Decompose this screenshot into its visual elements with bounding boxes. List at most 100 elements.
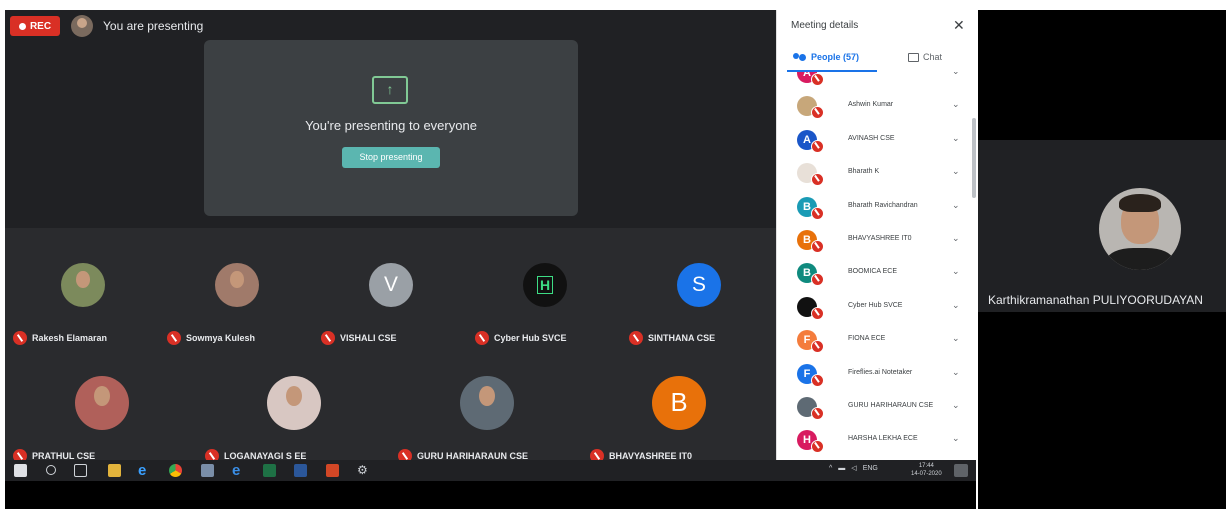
participant-grid: Rakesh Elamaran Sowmya Kulesh V VISHALI CSE… bbox=[5, 228, 776, 463]
internet-explorer-icon[interactable]: e bbox=[138, 463, 151, 478]
app-icon[interactable] bbox=[201, 464, 214, 477]
file-explorer-icon[interactable] bbox=[108, 464, 121, 477]
people-list-item[interactable]: B BHAVYASHREE IT0 ⌄ bbox=[777, 225, 971, 258]
task-view-icon[interactable] bbox=[74, 464, 87, 477]
clock[interactable]: 17:44 14-07-2020 bbox=[911, 462, 942, 478]
people-name: AVINASH CSE bbox=[848, 134, 895, 142]
mic-off-icon bbox=[811, 440, 824, 454]
powerpoint-icon[interactable] bbox=[326, 464, 339, 477]
settings-gear-icon[interactable]: ⚙ bbox=[357, 464, 370, 477]
mic-off-icon bbox=[811, 73, 824, 86]
participant-name: SINTHANA CSE bbox=[648, 333, 716, 343]
presenter-avatar bbox=[71, 15, 93, 37]
people-name: Fireflies.ai Notetaker bbox=[848, 368, 913, 376]
chevron-down-icon[interactable]: ⌄ bbox=[952, 166, 960, 177]
participant-avatar: S bbox=[677, 263, 721, 307]
participant-name-row: Sowmya Kulesh bbox=[167, 331, 255, 345]
clock-date: 14-07-2020 bbox=[911, 471, 942, 477]
recording-label: REC bbox=[29, 20, 52, 32]
mic-off-icon bbox=[811, 407, 824, 420]
people-name: Cyber Hub SVCE bbox=[848, 301, 903, 309]
network-icon[interactable]: ▬ bbox=[838, 465, 845, 472]
mic-off-icon bbox=[13, 331, 27, 345]
mic-off-icon bbox=[811, 240, 824, 253]
mic-off-icon bbox=[811, 306, 824, 320]
people-list-item[interactable]: Ashwin Kumar ⌄ bbox=[777, 91, 971, 124]
record-dot-icon bbox=[18, 22, 26, 30]
tab-chat[interactable]: Chat bbox=[908, 52, 942, 62]
system-tray: ^ ▬ ◁ ENG bbox=[829, 464, 878, 473]
people-name: Bharath Ravichandran bbox=[848, 201, 918, 209]
people-name: GURU HARIHARAUN CSE bbox=[848, 402, 934, 409]
chevron-down-icon[interactable]: ⌄ bbox=[952, 433, 960, 444]
active-speaker-tile bbox=[978, 140, 1226, 312]
people-list-item[interactable]: A AVINASH CSE ⌄ bbox=[777, 125, 971, 158]
language-indicator[interactable]: ENG bbox=[863, 465, 878, 472]
participant-avatar: H bbox=[523, 263, 567, 307]
tab-people[interactable]: People (57) bbox=[793, 52, 859, 62]
participant-name: Cyber Hub SVCE bbox=[494, 333, 567, 343]
participant-name: Rakesh Elamaran bbox=[32, 333, 108, 343]
presenting-card: ↑ You're presenting to everyone Stop pre… bbox=[204, 40, 578, 216]
participant-avatar: V bbox=[369, 263, 413, 307]
mic-off-icon bbox=[811, 273, 824, 287]
panel-title: Meeting details bbox=[791, 20, 859, 31]
people-list-item[interactable]: B Bharath Ravichandran ⌄ bbox=[777, 192, 971, 225]
people-list-item[interactable]: F FIONA ECE ⌄ bbox=[777, 325, 971, 358]
people-list[interactable]: A⌄Ashwin Kumar⌄AAVINASH CSE⌄Bharath K⌄BB… bbox=[777, 72, 971, 460]
chevron-down-icon[interactable]: ⌄ bbox=[952, 99, 960, 110]
people-list-item[interactable]: Cyber Hub SVCE ⌄ bbox=[777, 292, 971, 325]
people-list-item[interactable]: H HARSHA LEKHA ECE ⌄ bbox=[777, 425, 971, 458]
screen: REC You are presenting ↑ You're presenti… bbox=[0, 0, 1226, 509]
chevron-down-icon[interactable]: ⌄ bbox=[952, 72, 960, 77]
people-name: BOOMICA ECE bbox=[848, 268, 898, 276]
chrome-icon[interactable] bbox=[169, 464, 182, 477]
mic-off-icon bbox=[811, 340, 824, 354]
chevron-down-icon[interactable]: ⌄ bbox=[952, 367, 960, 378]
people-icon bbox=[793, 52, 807, 62]
chevron-down-icon[interactable]: ⌄ bbox=[952, 200, 960, 211]
present-screen-icon: ↑ bbox=[372, 76, 408, 104]
mic-off-icon bbox=[475, 331, 489, 345]
people-name: Ashwin Kumar bbox=[848, 101, 894, 109]
mic-off-icon bbox=[167, 331, 181, 345]
volume-icon[interactable]: ◁ bbox=[851, 464, 856, 472]
people-name: Bharath K bbox=[848, 168, 880, 176]
people-list-item[interactable]: GURU HARIHARAUN CSE ⌄ bbox=[777, 392, 971, 425]
chevron-down-icon[interactable]: ⌄ bbox=[952, 266, 960, 277]
mic-off-icon bbox=[321, 331, 335, 345]
start-icon[interactable] bbox=[14, 464, 27, 477]
participant-avatar bbox=[215, 263, 259, 307]
participant-avatar bbox=[61, 263, 105, 307]
close-icon[interactable]: ✕ bbox=[953, 18, 965, 32]
people-name: BHAVYASHREE IT0 bbox=[848, 235, 912, 242]
chevron-down-icon[interactable]: ⌄ bbox=[952, 400, 960, 411]
chevron-down-icon[interactable]: ⌄ bbox=[952, 133, 960, 144]
people-name: HARSHA LEKHA ECE bbox=[848, 435, 918, 443]
presenting-status: You are presenting bbox=[103, 19, 204, 33]
people-list-scrollbar[interactable] bbox=[972, 118, 976, 198]
chevron-down-icon[interactable]: ⌄ bbox=[952, 233, 960, 244]
meet-stage: REC You are presenting ↑ You're presenti… bbox=[5, 10, 776, 463]
notification-icon[interactable] bbox=[954, 464, 968, 477]
people-list-item[interactable]: F Fireflies.ai Notetaker ⌄ bbox=[777, 359, 971, 392]
people-list-item[interactable]: A⌄ bbox=[777, 72, 971, 91]
meeting-details-panel: Meeting details ✕ People (57) Chat A⌄Ash… bbox=[776, 10, 978, 460]
participant-avatar bbox=[267, 376, 321, 430]
people-list-item[interactable]: Bharath K ⌄ bbox=[777, 158, 971, 191]
tab-chat-label: Chat bbox=[923, 52, 943, 62]
edge-icon[interactable]: e bbox=[232, 463, 245, 478]
participant-name-row: SINTHANA CSE bbox=[629, 331, 715, 345]
search-icon[interactable] bbox=[46, 465, 56, 475]
tab-people-label: People (57) bbox=[811, 52, 860, 62]
mic-off-icon bbox=[811, 173, 824, 187]
excel-icon[interactable] bbox=[263, 464, 276, 477]
chevron-down-icon[interactable]: ⌄ bbox=[952, 333, 960, 344]
chevron-up-icon[interactable]: ^ bbox=[829, 465, 832, 472]
chevron-down-icon[interactable]: ⌄ bbox=[952, 300, 960, 311]
people-list-item[interactable]: B BOOMICA ECE ⌄ bbox=[777, 258, 971, 291]
windows-taskbar: e e ⚙ ^ ▬ ◁ ENG 17:44 14-07-2020 bbox=[5, 460, 976, 481]
mic-off-icon bbox=[811, 106, 824, 120]
word-icon[interactable] bbox=[294, 464, 307, 477]
stop-presenting-button[interactable]: Stop presenting bbox=[342, 147, 440, 168]
